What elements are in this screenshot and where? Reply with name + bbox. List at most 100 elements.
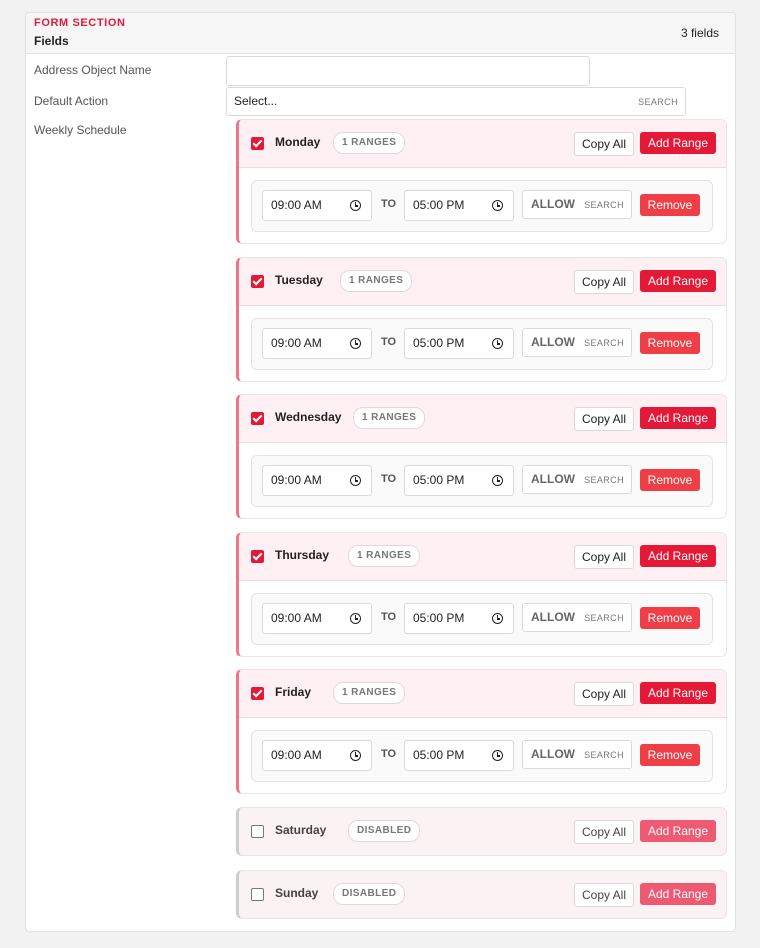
range-action-select[interactable]: ALLOW SEARCH bbox=[522, 603, 632, 632]
range-action-select[interactable]: ALLOW SEARCH bbox=[522, 190, 632, 219]
clock-icon bbox=[350, 475, 361, 486]
day-name-tuesday: Tuesday bbox=[275, 273, 323, 287]
day-name-sunday: Sunday bbox=[275, 886, 319, 900]
to-label: TO bbox=[381, 473, 397, 485]
start-time-input[interactable]: 09:00 AM bbox=[262, 465, 372, 496]
remove-range-button[interactable]: Remove bbox=[640, 744, 700, 766]
day-ranges-wednesday: 09:00 AM TO 05:00 PM ALLOW SEARCH Remove bbox=[239, 443, 726, 518]
section-header: FORM SECTION Fields 3 fields bbox=[26, 13, 735, 54]
copy-all-button-saturday[interactable]: Copy All bbox=[574, 820, 634, 844]
day-toggle-checkbox-saturday[interactable] bbox=[251, 825, 264, 838]
day-toggle-checkbox-monday[interactable] bbox=[251, 137, 264, 150]
day-header-friday: Friday 1 RANGES Copy All Add Range bbox=[239, 670, 726, 718]
copy-all-button-monday[interactable]: Copy All bbox=[574, 132, 634, 156]
clock-icon bbox=[492, 200, 503, 211]
day-header-thursday: Thursday 1 RANGES Copy All Add Range bbox=[239, 533, 726, 581]
start-time-input[interactable]: 09:00 AM bbox=[262, 328, 372, 359]
time-range-row: 09:00 AM TO 05:00 PM ALLOW SEARCH Remove bbox=[251, 730, 713, 782]
end-time-value: 05:00 PM bbox=[413, 473, 465, 487]
add-range-button-friday[interactable]: Add Range bbox=[640, 682, 716, 704]
day-header-wednesday: Wednesday 1 RANGES Copy All Add Range bbox=[239, 395, 726, 443]
range-action-search-label: SEARCH bbox=[584, 338, 624, 348]
day-card-saturday: Saturday DISABLED Copy All Add Range bbox=[236, 807, 727, 856]
day-card-tuesday: Tuesday 1 RANGES Copy All Add Range 09:00 AM… bbox=[236, 257, 727, 382]
time-range-row: 09:00 AM TO 05:00 PM ALLOW SEARCH Remove bbox=[251, 318, 713, 370]
day-toggle-checkbox-thursday[interactable] bbox=[251, 550, 264, 563]
address-object-name-input[interactable] bbox=[226, 56, 590, 86]
end-time-input[interactable]: 05:00 PM bbox=[404, 190, 514, 221]
default-action-label: Default Action bbox=[34, 94, 109, 108]
add-range-button-thursday[interactable]: Add Range bbox=[640, 545, 716, 567]
end-time-input[interactable]: 05:00 PM bbox=[404, 465, 514, 496]
time-range-row: 09:00 AM TO 05:00 PM ALLOW SEARCH Remove bbox=[251, 180, 713, 232]
time-range-row: 09:00 AM TO 05:00 PM ALLOW SEARCH Remove bbox=[251, 593, 713, 645]
copy-all-button-thursday[interactable]: Copy All bbox=[574, 545, 634, 569]
range-action-search-label: SEARCH bbox=[584, 613, 624, 623]
range-action-select[interactable]: ALLOW SEARCH bbox=[522, 740, 632, 769]
end-time-input[interactable]: 05:00 PM bbox=[404, 740, 514, 771]
address-object-name-label: Address Object Name bbox=[34, 63, 152, 77]
default-action-select[interactable]: Select... SEARCH bbox=[226, 87, 686, 116]
end-time-input[interactable]: 05:00 PM bbox=[404, 328, 514, 359]
day-toggle-checkbox-sunday[interactable] bbox=[251, 888, 264, 901]
remove-range-button[interactable]: Remove bbox=[640, 469, 700, 491]
day-badge-thursday: 1 RANGES bbox=[348, 545, 421, 567]
copy-all-button-friday[interactable]: Copy All bbox=[574, 682, 634, 706]
range-action-select[interactable]: ALLOW SEARCH bbox=[522, 328, 632, 357]
copy-all-button-wednesday[interactable]: Copy All bbox=[574, 407, 634, 431]
day-badge-saturday: DISABLED bbox=[348, 820, 421, 842]
range-action-select[interactable]: ALLOW SEARCH bbox=[522, 465, 632, 494]
remove-range-button[interactable]: Remove bbox=[640, 332, 700, 354]
range-action-value: ALLOW bbox=[531, 747, 575, 761]
time-range-row: 09:00 AM TO 05:00 PM ALLOW SEARCH Remove bbox=[251, 455, 713, 507]
day-card-sunday: Sunday DISABLED Copy All Add Range bbox=[236, 870, 727, 919]
default-action-search-label: SEARCH bbox=[638, 97, 678, 107]
end-time-input[interactable]: 05:00 PM bbox=[404, 603, 514, 634]
day-toggle-checkbox-wednesday[interactable] bbox=[251, 412, 264, 425]
day-ranges-thursday: 09:00 AM TO 05:00 PM ALLOW SEARCH Remove bbox=[239, 581, 726, 656]
day-name-monday: Monday bbox=[275, 135, 321, 149]
day-header-saturday: Saturday DISABLED Copy All Add Range bbox=[239, 808, 726, 855]
range-action-value: ALLOW bbox=[531, 472, 575, 486]
day-card-friday: Friday 1 RANGES Copy All Add Range 09:00 AM T… bbox=[236, 669, 727, 794]
start-time-value: 09:00 AM bbox=[271, 611, 322, 625]
day-header-sunday: Sunday DISABLED Copy All Add Range bbox=[239, 871, 726, 918]
end-time-value: 05:00 PM bbox=[413, 748, 465, 762]
remove-range-button[interactable]: Remove bbox=[640, 194, 700, 216]
clock-icon bbox=[492, 338, 503, 349]
to-label: TO bbox=[381, 336, 397, 348]
day-ranges-tuesday: 09:00 AM TO 05:00 PM ALLOW SEARCH Remove bbox=[239, 306, 726, 381]
field-count: 3 fields bbox=[680, 26, 719, 40]
remove-range-button[interactable]: Remove bbox=[640, 607, 700, 629]
add-range-button-tuesday[interactable]: Add Range bbox=[640, 270, 716, 292]
add-range-button-monday[interactable]: Add Range bbox=[640, 132, 716, 154]
range-action-search-label: SEARCH bbox=[584, 200, 624, 210]
add-range-button-saturday[interactable]: Add Range bbox=[640, 820, 716, 842]
day-name-friday: Friday bbox=[275, 685, 312, 699]
clock-icon bbox=[492, 613, 503, 624]
start-time-value: 09:00 AM bbox=[271, 336, 322, 350]
start-time-input[interactable]: 09:00 AM bbox=[262, 603, 372, 634]
day-toggle-checkbox-friday[interactable] bbox=[251, 687, 264, 700]
start-time-value: 09:00 AM bbox=[271, 748, 322, 762]
start-time-value: 09:00 AM bbox=[271, 198, 322, 212]
end-time-value: 05:00 PM bbox=[413, 336, 465, 350]
copy-all-button-sunday[interactable]: Copy All bbox=[574, 883, 634, 907]
start-time-input[interactable]: 09:00 AM bbox=[262, 740, 372, 771]
clock-icon bbox=[350, 338, 361, 349]
to-label: TO bbox=[381, 611, 397, 623]
day-badge-wednesday: 1 RANGES bbox=[353, 407, 426, 429]
page-background: FORM SECTION Fields 3 fields Address Obj… bbox=[0, 0, 760, 948]
add-range-button-wednesday[interactable]: Add Range bbox=[640, 407, 716, 429]
add-range-button-sunday[interactable]: Add Range bbox=[640, 883, 716, 905]
day-name-saturday: Saturday bbox=[275, 823, 327, 837]
day-header-tuesday: Tuesday 1 RANGES Copy All Add Range bbox=[239, 258, 726, 306]
clock-icon bbox=[492, 475, 503, 486]
to-label: TO bbox=[381, 198, 397, 210]
day-card-wednesday: Wednesday 1 RANGES Copy All Add Range 09:00 … bbox=[236, 394, 727, 519]
start-time-input[interactable]: 09:00 AM bbox=[262, 190, 372, 221]
clock-icon bbox=[350, 200, 361, 211]
day-toggle-checkbox-tuesday[interactable] bbox=[251, 275, 264, 288]
end-time-value: 05:00 PM bbox=[413, 611, 465, 625]
copy-all-button-tuesday[interactable]: Copy All bbox=[574, 270, 634, 294]
